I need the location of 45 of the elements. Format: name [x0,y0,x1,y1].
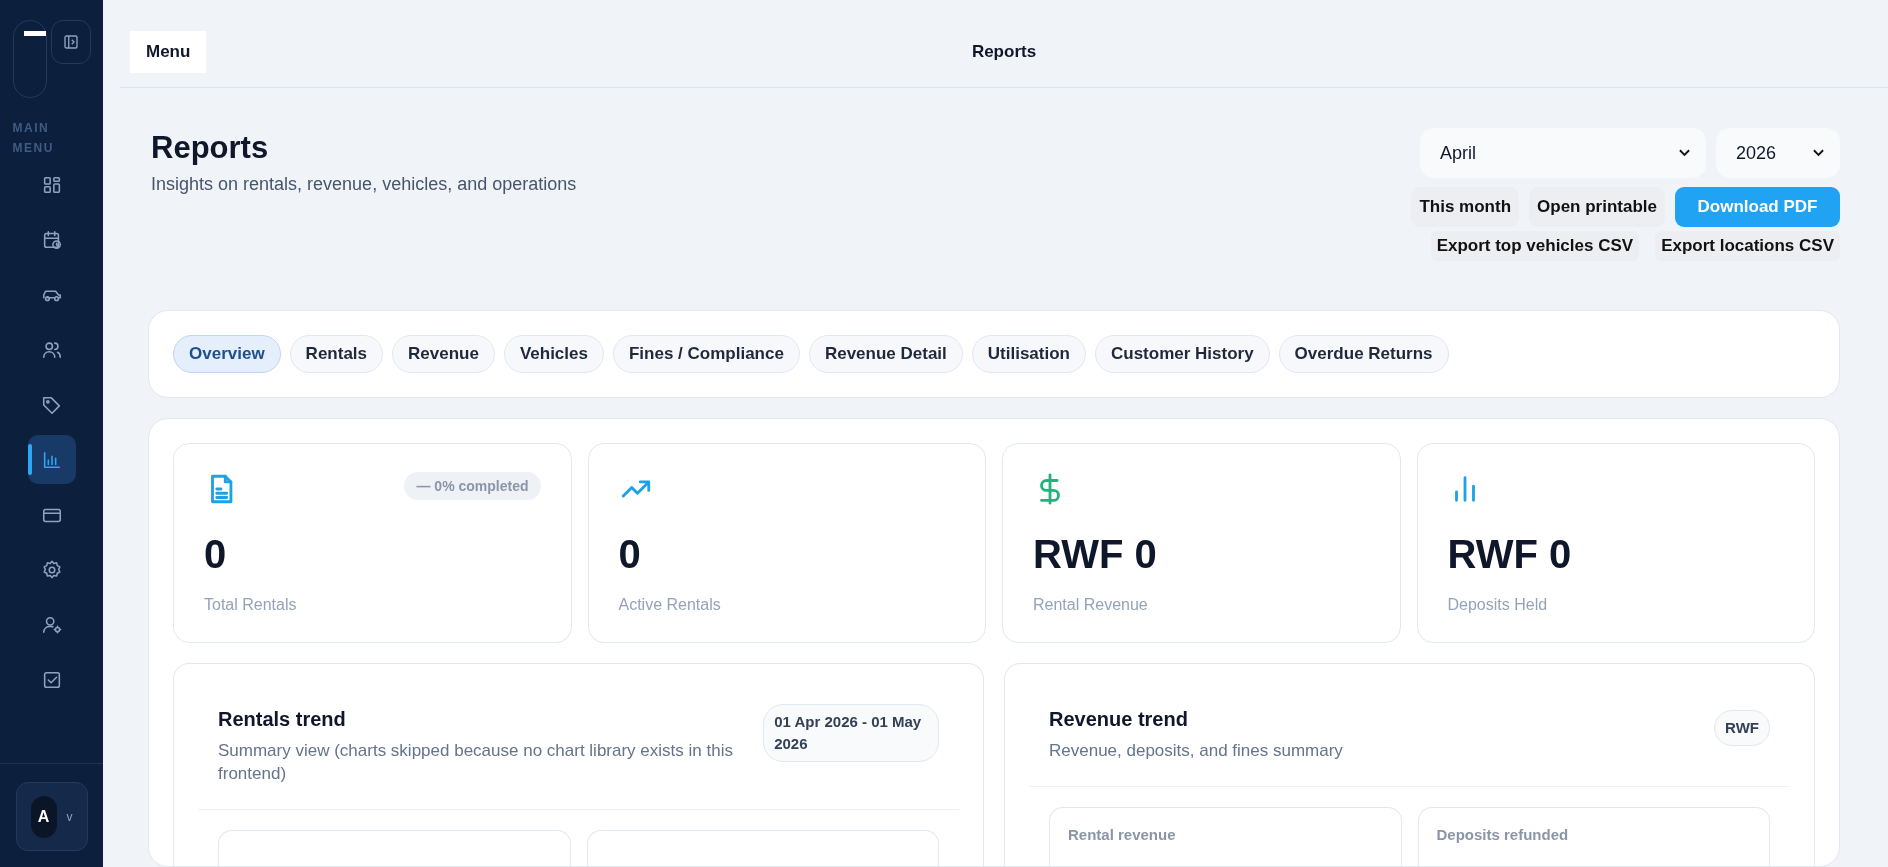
card-subtitle: Revenue, deposits, and fines summary [1049,740,1343,762]
kpi-value: 0 [618,531,642,578]
action-button[interactable]: Open printable [1529,187,1665,227]
action-button[interactable]: This month [1411,187,1520,227]
tab[interactable]: Fines / Compliance [612,335,800,373]
sidebar-toggle-icon [61,33,80,51]
tile-label: Rental revenue [1068,826,1176,843]
tab[interactable]: Revenue Detail [808,335,963,373]
export-button[interactable]: Export top vehicles CSV [1430,231,1640,261]
menu-button[interactable]: Menu [130,30,207,73]
tab[interactable]: Vehicles [503,335,604,373]
kpi-label: Total Rentals [204,596,298,614]
tab[interactable]: Rentals [289,335,384,373]
kpi-value: RWF 0 [1447,531,1573,578]
tab[interactable]: Utilisation [971,335,1086,373]
nav-item[interactable] [27,435,76,484]
tile-label: Deposits refunded [1436,826,1569,843]
card-title: Revenue trend [1049,708,1189,731]
kpi-value: RWF 0 [1033,531,1158,578]
avatar: A [30,795,57,838]
range-badge: RWF [1714,710,1770,746]
month-select[interactable]: April [1420,128,1706,178]
tab[interactable]: Overview [173,335,281,373]
tab[interactable]: Customer History [1094,335,1270,373]
subtitle: Insights on rentals, revenue, vehicles, and operations [151,174,577,195]
user-menu[interactable]: A v [15,782,88,851]
chevron-down-icon [1679,149,1690,157]
kpi-label: Deposits Held [1447,596,1549,614]
tab[interactable]: Overdue Returns [1278,335,1449,373]
caret-text: v [66,809,73,824]
kpi-label: Active Rentals [618,596,722,614]
kpi-value: 0 [204,531,228,578]
chevron-down-icon [1813,149,1824,157]
page-title: Reports [971,41,1037,62]
card-subtitle: Summary view (charts skipped because no chart library exists in this frontend) [218,740,734,785]
collapse-sidebar-button[interactable] [50,20,91,64]
tab[interactable]: Revenue [392,335,495,373]
heading: Reports [151,129,270,167]
export-button[interactable]: Export locations CSV [1655,231,1840,261]
kpi-label: Rental Revenue [1033,596,1149,614]
year-select[interactable]: 2026 [1716,128,1840,178]
section-label: MAIN MENU [12,120,55,157]
range-badge: 01 Apr 2026 - 01 May 2026 [763,704,939,762]
status-badge: — 0% completed [404,472,541,500]
card-title: Rentals trend [218,708,347,731]
